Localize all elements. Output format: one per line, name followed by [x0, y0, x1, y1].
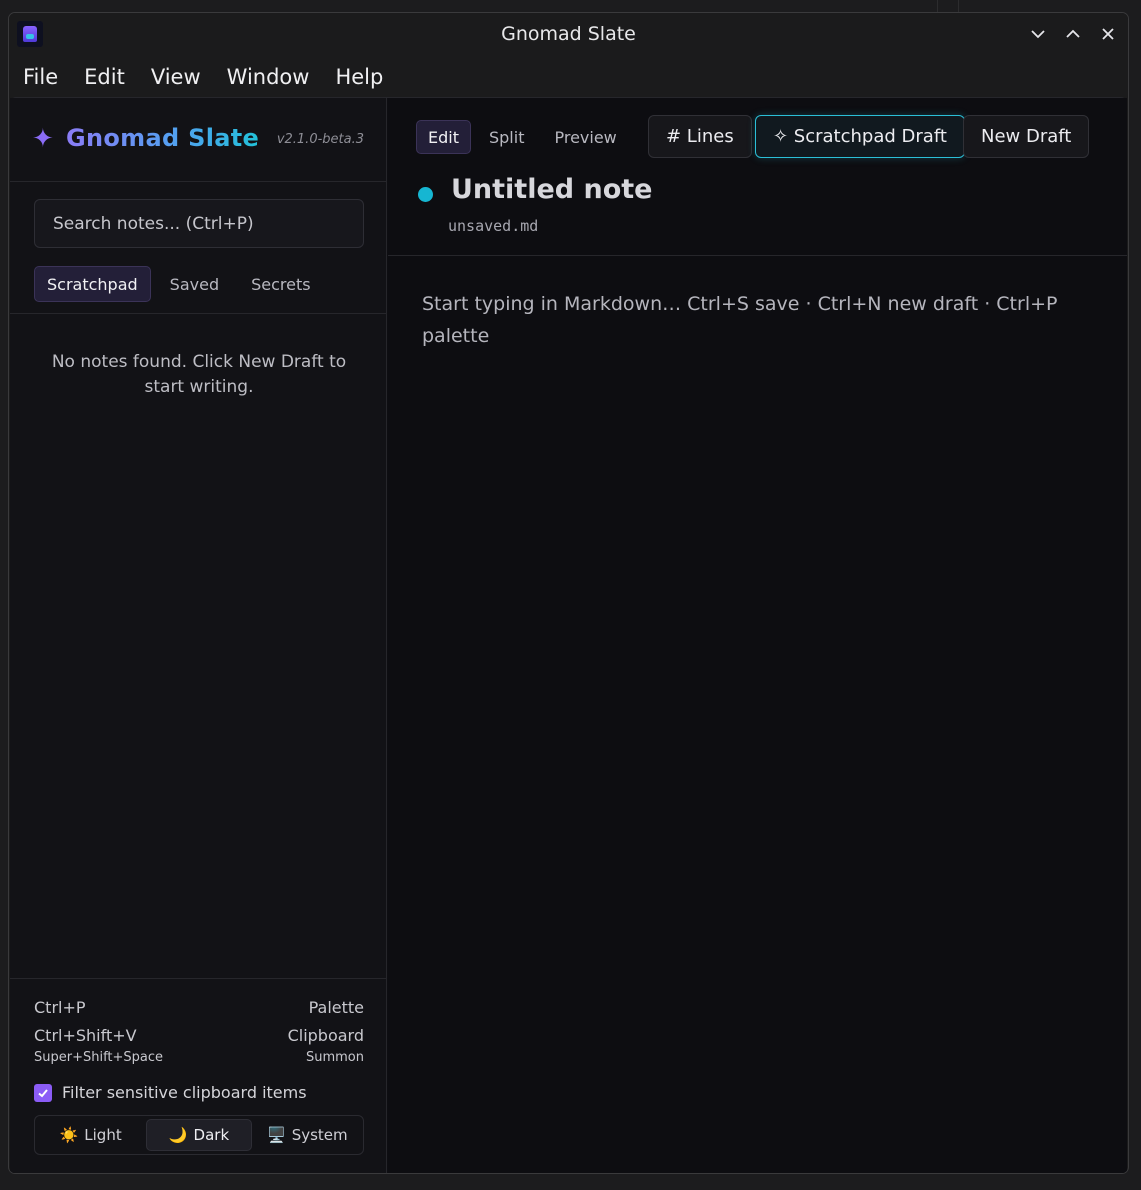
search-box[interactable]: [34, 199, 364, 248]
menu-view[interactable]: View: [151, 65, 201, 89]
sidebar: ✦ Gnomad Slate v2.1.0-beta.3 Scratchpad …: [10, 98, 387, 1173]
empty-notes-message: No notes found. Click New Draft to start…: [51, 352, 347, 397]
menu-bar: File Edit View Window Help: [9, 57, 1128, 97]
filter-checkbox[interactable]: [34, 1083, 52, 1102]
theme-system-label: System: [291, 1126, 348, 1144]
menu-help[interactable]: Help: [335, 65, 383, 89]
monitor-icon: 🖥️: [267, 1126, 286, 1144]
theme-switcher: ☀️ Light 🌙 Dark 🖥️ System: [34, 1115, 364, 1155]
menu-edit[interactable]: Edit: [84, 65, 125, 89]
editor-textarea[interactable]: Start typing in Markdown… Ctrl+S save · …: [422, 288, 1082, 352]
check-icon: [38, 1088, 48, 1097]
shortcut-keys: Ctrl+P: [34, 998, 86, 1017]
menu-window[interactable]: Window: [227, 65, 310, 89]
theme-dark-label: Dark: [193, 1126, 230, 1144]
new-draft-button[interactable]: New Draft: [963, 115, 1090, 158]
note-filename: unsaved.md: [448, 217, 539, 235]
sparkle-icon: ✦: [32, 124, 54, 154]
close-icon[interactable]: [1097, 23, 1119, 45]
note-title[interactable]: Untitled note: [451, 174, 653, 205]
sun-icon: ☀️: [59, 1126, 79, 1144]
shortcut-action: Clipboard: [287, 1026, 364, 1045]
shortcut-action: Summon: [305, 1050, 364, 1065]
minimize-icon[interactable]: [1027, 23, 1049, 45]
mode-preview-tab[interactable]: Preview: [542, 120, 628, 154]
theme-light-label: Light: [84, 1126, 122, 1144]
mode-edit-tab[interactable]: Edit: [416, 120, 471, 154]
window-title: Gnomad Slate: [501, 23, 636, 45]
brand-name: Gnomad Slate: [66, 124, 260, 152]
shortcuts-panel: Ctrl+P Palette Ctrl+Shift+V Clipboard Su…: [10, 978, 386, 1173]
maximize-icon[interactable]: [1062, 23, 1084, 45]
mode-split-tab[interactable]: Split: [477, 120, 536, 154]
moon-icon: 🌙: [168, 1126, 188, 1144]
desktop-background: [937, 0, 959, 12]
editor-header: Edit Split Preview # Lines ✧ Scratchpad …: [388, 98, 1127, 256]
unsaved-status-dot: [418, 187, 433, 202]
shortcut-action: Palette: [308, 998, 364, 1017]
shortcut-keys: Ctrl+Shift+V: [34, 1026, 137, 1045]
filter-label: Filter sensitive clipboard items: [62, 1083, 307, 1102]
shortcut-row: Ctrl+Shift+V Clipboard: [34, 1026, 364, 1045]
view-mode-tabs: Edit Split Preview: [416, 120, 629, 154]
lines-button[interactable]: # Lines: [648, 115, 752, 158]
version-label: v2.1.0-beta.3: [276, 132, 364, 147]
tab-saved[interactable]: Saved: [157, 266, 232, 302]
divider: [10, 313, 386, 314]
main-panel: Edit Split Preview # Lines ✧ Scratchpad …: [388, 98, 1127, 1173]
shortcut-row: Super+Shift+Space Summon: [34, 1050, 364, 1065]
tab-scratchpad[interactable]: Scratchpad: [34, 266, 151, 302]
shortcut-row: Ctrl+P Palette: [34, 998, 364, 1017]
filter-sensitive-toggle[interactable]: Filter sensitive clipboard items: [34, 1083, 307, 1102]
app-content: ✦ Gnomad Slate v2.1.0-beta.3 Scratchpad …: [10, 97, 1127, 1173]
theme-dark-button[interactable]: 🌙 Dark: [146, 1119, 252, 1151]
note-tabs: Scratchpad Saved Secrets: [34, 266, 324, 302]
tab-secrets[interactable]: Secrets: [238, 266, 323, 302]
search-input[interactable]: [51, 212, 347, 235]
scratchpad-draft-button[interactable]: ✧ Scratchpad Draft: [755, 115, 965, 158]
theme-light-button[interactable]: ☀️ Light: [39, 1119, 142, 1151]
title-bar[interactable]: Gnomad Slate: [9, 13, 1128, 57]
app-window: Gnomad Slate File Edit View Window Help …: [8, 12, 1129, 1174]
shortcut-keys: Super+Shift+Space: [34, 1050, 164, 1065]
theme-system-button[interactable]: 🖥️ System: [256, 1119, 359, 1151]
brand-header: ✦ Gnomad Slate v2.1.0-beta.3: [10, 98, 386, 182]
menu-file[interactable]: File: [23, 65, 58, 89]
